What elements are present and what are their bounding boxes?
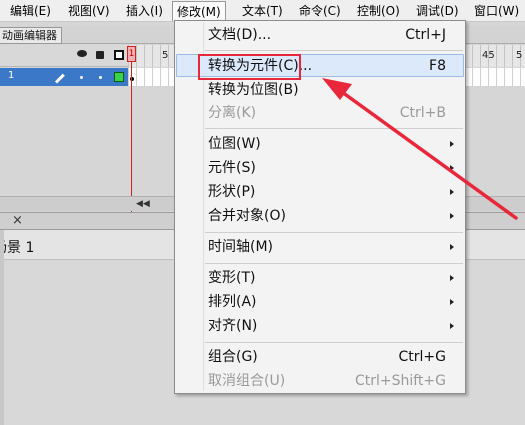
submenu-arrow-icon (450, 244, 454, 250)
menu-item-shortcut: F8 (429, 58, 446, 74)
menu-text[interactable]: 文本(T) (240, 3, 285, 20)
menu-separator (205, 263, 463, 264)
visibility-dot-icon[interactable] (80, 76, 83, 79)
menu-item-timeline[interactable]: 时间轴(M) (176, 236, 464, 259)
lock-icon[interactable] (96, 51, 104, 59)
menu-item-label: 变形(T) (208, 270, 256, 286)
menu-item-shortcut: Ctrl+G (398, 349, 447, 365)
menu-separator (205, 50, 463, 51)
submenu-arrow-icon (450, 299, 454, 305)
menu-view[interactable]: 视图(V) (66, 3, 112, 20)
ruler-label: 5 (162, 50, 169, 61)
menu-item-label: 时间轴(M) (208, 239, 274, 255)
menu-item-shortcut: Ctrl+Shift+G (354, 373, 446, 389)
menu-item-label: 分离(K) (208, 105, 257, 121)
menu-item-label: 取消组合(U) (208, 373, 286, 389)
submenu-arrow-icon (450, 213, 454, 219)
layer-number: 1 (8, 70, 15, 81)
menu-insert[interactable]: 插入(I) (124, 3, 165, 20)
close-icon[interactable]: × (12, 213, 23, 229)
menu-separator (205, 232, 463, 233)
menu-item-shortcut: Ctrl+J (405, 27, 446, 43)
menu-item-label: 组合(G) (208, 349, 258, 365)
menu-item-label: 形状(P) (208, 184, 256, 200)
menu-commands[interactable]: 命令(C) (297, 3, 343, 20)
ruler-label: 5 (516, 50, 523, 61)
pencil-icon (54, 73, 65, 84)
menu-item-label: 排列(A) (208, 294, 257, 310)
menu-item-document[interactable]: 文档(D)... Ctrl+J (176, 24, 464, 47)
menu-item-break-apart: 分离(K) Ctrl+B (176, 102, 464, 125)
lock-dot-icon[interactable] (99, 76, 102, 79)
eye-icon[interactable] (77, 50, 87, 57)
outline-icon[interactable] (114, 50, 124, 60)
menu-item-label: 元件(S) (208, 160, 256, 176)
menu-bar: 编辑(E) 视图(V) 插入(I) 修改(M) 文本(T) 命令(C) 控制(O… (0, 0, 525, 22)
menu-separator (205, 342, 463, 343)
submenu-arrow-icon (450, 275, 454, 281)
menu-item-bitmap[interactable]: 位图(W) (176, 133, 464, 156)
scene-label[interactable]: 场景 1 (0, 237, 34, 257)
menu-item-group[interactable]: 组合(G) Ctrl+G (176, 346, 464, 369)
menu-edit[interactable]: 编辑(E) (8, 3, 53, 20)
menu-item-label: 合并对象(O) (208, 208, 286, 224)
menu-modify[interactable]: 修改(M) (172, 1, 226, 21)
menu-control[interactable]: 控制(O) (355, 3, 402, 20)
stage-edge (0, 230, 4, 425)
annotation-highlight-box (198, 54, 301, 80)
menu-item-transform[interactable]: 变形(T) (176, 267, 464, 290)
submenu-arrow-icon (450, 189, 454, 195)
tab-motion-editor[interactable]: 动画编辑器 (0, 27, 62, 44)
menu-item-combine-objects[interactable]: 合并对象(O) (176, 205, 464, 228)
scroll-left-icon[interactable]: ◀◀ (136, 200, 150, 209)
menu-item-symbol[interactable]: 元件(S) (176, 157, 464, 180)
menu-item-convert-to-bitmap[interactable]: 转换为位图(B) (176, 79, 464, 102)
menu-item-shortcut: Ctrl+B (399, 105, 446, 121)
layer-color-icon[interactable] (114, 72, 124, 82)
menu-item-arrange[interactable]: 排列(A) (176, 291, 464, 314)
layer-selected[interactable]: 1 (0, 68, 128, 86)
menu-item-align[interactable]: 对齐(N) (176, 315, 464, 338)
menu-window[interactable]: 窗口(W) (472, 3, 521, 20)
menu-item-label: 对齐(N) (208, 318, 258, 334)
submenu-arrow-icon (450, 141, 454, 147)
menu-item-shape[interactable]: 形状(P) (176, 181, 464, 204)
playhead[interactable]: 1 (127, 46, 136, 62)
ruler-label: 45 (482, 50, 495, 61)
menu-item-label: 位图(W) (208, 136, 261, 152)
submenu-arrow-icon (450, 165, 454, 171)
menu-separator (205, 128, 463, 129)
menu-item-label: 转换为位图(B) (208, 82, 299, 98)
menu-item-ungroup: 取消组合(U) Ctrl+Shift+G (176, 370, 464, 393)
submenu-arrow-icon (450, 323, 454, 329)
playhead-line (131, 62, 132, 212)
menu-item-label: 文档(D)... (208, 27, 272, 43)
menu-debug[interactable]: 调试(D) (414, 3, 461, 20)
